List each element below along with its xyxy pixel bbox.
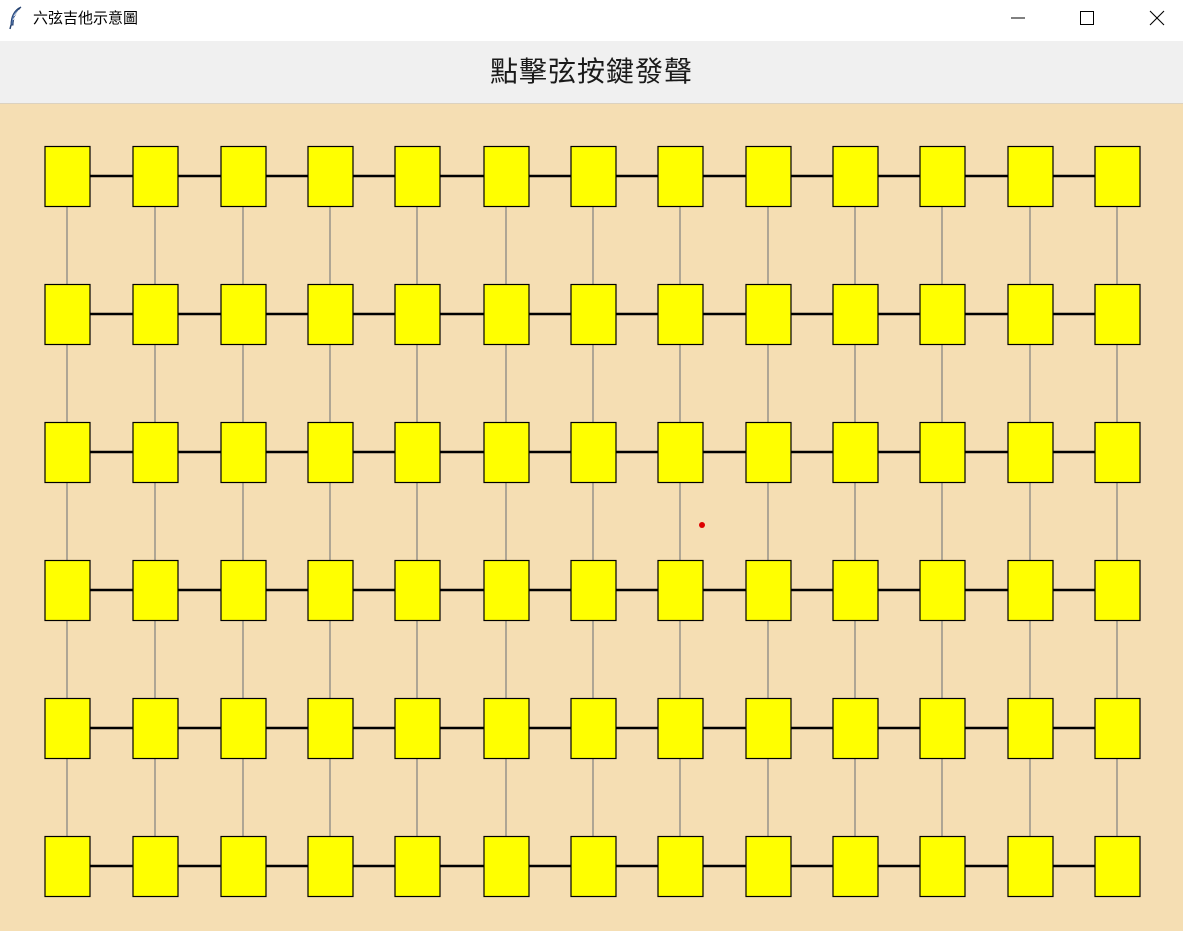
fret-key-s4-f1[interactable] [44,559,91,622]
fret-key-s4-f12[interactable] [1007,559,1054,622]
fret-key-s5-f1[interactable] [44,697,91,760]
fret-key-s5-f7[interactable] [570,697,617,760]
fret-key-s5-f5[interactable] [394,697,441,760]
fret-key-s1-f4[interactable] [307,145,354,208]
fret-key-s2-f5[interactable] [394,283,441,346]
fret-key-s3-f6[interactable] [483,421,530,484]
fret-key-s1-f5[interactable] [394,145,441,208]
fret-key-s2-f7[interactable] [570,283,617,346]
window-title: 六弦吉他示意圖 [33,9,139,27]
fret-key-s6-f4[interactable] [307,835,354,898]
fret-key-s5-f6[interactable] [483,697,530,760]
fret-key-s4-f7[interactable] [570,559,617,622]
fret-key-s5-f2[interactable] [132,697,179,760]
fret-key-s6-f10[interactable] [832,835,879,898]
fret-key-s5-f11[interactable] [919,697,966,760]
fret-key-s1-f11[interactable] [919,145,966,208]
cursor-marker-dot [699,522,705,528]
fret-key-s6-f12[interactable] [1007,835,1054,898]
fret-key-s4-f4[interactable] [307,559,354,622]
title-bar: 六弦吉他示意圖 [0,0,1183,36]
fret-key-s3-f12[interactable] [1007,421,1054,484]
fret-key-s3-f8[interactable] [657,421,704,484]
fret-key-s4-f6[interactable] [483,559,530,622]
fret-key-s5-f3[interactable] [220,697,267,760]
fret-key-s4-f8[interactable] [657,559,704,622]
fretboard-canvas[interactable] [0,104,1183,931]
fret-key-s5-f10[interactable] [832,697,879,760]
fret-key-s1-f13[interactable] [1094,145,1141,208]
fret-key-s4-f11[interactable] [919,559,966,622]
fret-key-s6-f7[interactable] [570,835,617,898]
fret-key-s5-f12[interactable] [1007,697,1054,760]
instruction-header: 點擊弦按鍵發聲 [0,41,1183,103]
fret-key-s6-f8[interactable] [657,835,704,898]
fret-key-s4-f3[interactable] [220,559,267,622]
fret-key-s5-f13[interactable] [1094,697,1141,760]
fret-key-s2-f3[interactable] [220,283,267,346]
fret-key-s2-f2[interactable] [132,283,179,346]
fret-key-s2-f11[interactable] [919,283,966,346]
fret-key-s2-f1[interactable] [44,283,91,346]
fret-key-s6-f9[interactable] [745,835,792,898]
fret-key-s5-f8[interactable] [657,697,704,760]
fret-key-s3-f5[interactable] [394,421,441,484]
minimize-button[interactable] [995,0,1041,36]
fret-key-s4-f5[interactable] [394,559,441,622]
fret-key-s1-f8[interactable] [657,145,704,208]
fret-key-s6-f3[interactable] [220,835,267,898]
maximize-icon [1080,11,1094,25]
fret-key-s1-f3[interactable] [220,145,267,208]
fret-key-s3-f4[interactable] [307,421,354,484]
fret-key-s1-f1[interactable] [44,145,91,208]
fret-key-s4-f10[interactable] [832,559,879,622]
fret-key-s1-f2[interactable] [132,145,179,208]
minimize-icon [1011,17,1025,19]
fret-key-s3-f7[interactable] [570,421,617,484]
fret-key-s4-f9[interactable] [745,559,792,622]
fret-key-s2-f6[interactable] [483,283,530,346]
fret-key-s5-f4[interactable] [307,697,354,760]
fret-key-s5-f9[interactable] [745,697,792,760]
feather-icon [9,6,22,30]
close-button[interactable] [1134,0,1180,36]
fret-key-s3-f1[interactable] [44,421,91,484]
fret-key-s4-f13[interactable] [1094,559,1141,622]
close-icon [1149,10,1165,26]
instruction-label: 點擊弦按鍵發聲 [489,55,693,88]
fret-key-s2-f9[interactable] [745,283,792,346]
fret-key-s2-f8[interactable] [657,283,704,346]
fret-key-s6-f13[interactable] [1094,835,1141,898]
fret-key-s1-f12[interactable] [1007,145,1054,208]
fret-key-s3-f3[interactable] [220,421,267,484]
fret-key-s6-f5[interactable] [394,835,441,898]
fret-key-s1-f10[interactable] [832,145,879,208]
fret-key-s4-f2[interactable] [132,559,179,622]
app-window: 六弦吉他示意圖 點擊弦按鍵發聲 [0,0,1183,931]
fret-key-s2-f12[interactable] [1007,283,1054,346]
fret-key-s3-f13[interactable] [1094,421,1141,484]
fret-key-s6-f1[interactable] [44,835,91,898]
maximize-button[interactable] [1064,0,1110,36]
fret-key-s6-f11[interactable] [919,835,966,898]
fret-key-s3-f9[interactable] [745,421,792,484]
fret-key-s2-f4[interactable] [307,283,354,346]
fret-key-s3-f11[interactable] [919,421,966,484]
fret-key-s3-f2[interactable] [132,421,179,484]
fret-key-s1-f9[interactable] [745,145,792,208]
fret-key-s6-f6[interactable] [483,835,530,898]
fret-key-s6-f2[interactable] [132,835,179,898]
fretboard[interactable] [0,104,1183,931]
fret-key-s3-f10[interactable] [832,421,879,484]
fret-key-s1-f7[interactable] [570,145,617,208]
fret-key-s1-f6[interactable] [483,145,530,208]
fret-key-s2-f13[interactable] [1094,283,1141,346]
fret-key-s2-f10[interactable] [832,283,879,346]
